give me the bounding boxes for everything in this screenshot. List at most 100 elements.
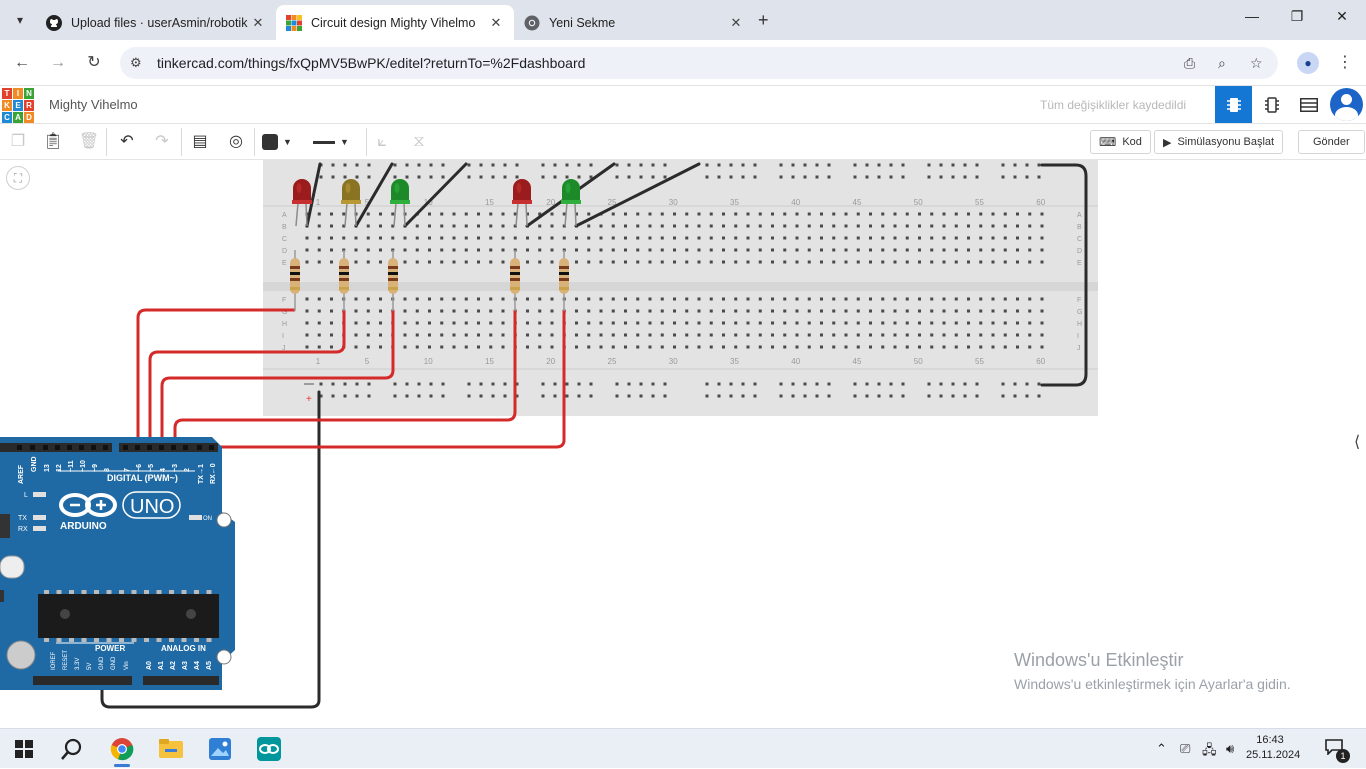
rail-hole[interactable] — [779, 394, 783, 398]
breadboard-hole[interactable] — [881, 212, 885, 216]
breadboard-hole[interactable] — [954, 260, 958, 264]
rail-hole[interactable] — [889, 382, 893, 386]
breadboard-hole[interactable] — [734, 333, 738, 337]
minimize-icon[interactable]: — — [1240, 8, 1264, 24]
rail-hole[interactable] — [963, 394, 967, 398]
breadboard-hole[interactable] — [379, 212, 382, 216]
breadboard-hole[interactable] — [575, 260, 578, 264]
breadboard-hole[interactable] — [881, 321, 885, 325]
breadboard-hole[interactable] — [893, 321, 897, 325]
breadboard-hole[interactable] — [967, 309, 970, 313]
breadboard-hole[interactable] — [783, 345, 787, 349]
breadboard-hole[interactable] — [685, 224, 689, 228]
breadboard-hole[interactable] — [722, 224, 725, 228]
breadboard-hole[interactable] — [746, 224, 750, 228]
breadboard-hole[interactable] — [807, 333, 811, 337]
delete-icon[interactable]: 🗑︎ — [77, 130, 101, 154]
header-pin[interactable] — [91, 445, 96, 450]
breadboard-hole[interactable] — [942, 260, 946, 264]
breadboard-hole[interactable] — [428, 260, 431, 264]
breadboard-hole[interactable] — [918, 236, 921, 240]
search-icon[interactable] — [50, 729, 94, 769]
breadboard-hole[interactable] — [440, 321, 444, 325]
code-button[interactable]: ⌨ Kod — [1090, 130, 1151, 154]
breadboard-hole[interactable] — [722, 248, 725, 252]
breadboard-hole[interactable] — [587, 345, 591, 349]
breadboard-hole[interactable] — [489, 224, 493, 228]
rail-hole[interactable] — [663, 382, 667, 386]
breadboard-hole[interactable] — [942, 333, 946, 337]
breadboard-hole[interactable] — [330, 236, 333, 240]
breadboard-hole[interactable] — [844, 260, 848, 264]
breadboard-hole[interactable] — [477, 345, 480, 349]
breadboard-hole[interactable] — [477, 321, 480, 325]
breadboard-hole[interactable] — [428, 345, 431, 349]
breadboard-hole[interactable] — [979, 321, 983, 325]
breadboard-hole[interactable] — [942, 224, 946, 228]
breadboard-hole[interactable] — [599, 224, 603, 228]
breadboard-hole[interactable] — [501, 333, 505, 337]
rail-hole[interactable] — [541, 382, 545, 386]
rail-hole[interactable] — [589, 163, 593, 167]
breadboard-hole[interactable] — [1016, 236, 1019, 240]
rail-hole[interactable] — [479, 382, 483, 386]
breadboard-hole[interactable] — [428, 236, 431, 240]
rail-hole[interactable] — [319, 382, 323, 386]
rail-hole[interactable] — [577, 163, 581, 167]
breadboard-hole[interactable] — [1028, 345, 1032, 349]
breadboard-hole[interactable] — [832, 236, 836, 240]
rail-hole[interactable] — [491, 175, 495, 179]
rail-hole[interactable] — [815, 163, 819, 167]
breadboard-hole[interactable] — [807, 321, 811, 325]
breadboard-hole[interactable] — [930, 248, 934, 252]
rail-hole[interactable] — [515, 163, 519, 167]
breadboard-hole[interactable] — [489, 321, 493, 325]
breadboard-hole[interactable] — [942, 345, 946, 349]
breadboard-hole[interactable] — [611, 224, 615, 228]
breadboard-hole[interactable] — [967, 236, 970, 240]
breadboard-hole[interactable] — [832, 309, 836, 313]
breadboard-hole[interactable] — [1016, 297, 1019, 301]
breadboard-hole[interactable] — [807, 236, 811, 240]
breadboard-hole[interactable] — [477, 260, 480, 264]
breadboard-hole[interactable] — [673, 236, 676, 240]
breadboard-hole[interactable] — [869, 321, 872, 325]
breadboard-hole[interactable] — [330, 309, 333, 313]
browser-tab-new[interactable]: Yeni Sekme ✕ — [514, 5, 754, 40]
breadboard-hole[interactable] — [905, 297, 909, 301]
rail-hole[interactable] — [343, 175, 347, 179]
breadboard-hole[interactable] — [1016, 248, 1019, 252]
breadboard-hole[interactable] — [428, 333, 431, 337]
breadboard-hole[interactable] — [905, 333, 909, 337]
breadboard-hole[interactable] — [709, 224, 713, 228]
breadboard-hole[interactable] — [330, 345, 333, 349]
breadboard-hole[interactable] — [771, 260, 774, 264]
breadboard-hole[interactable] — [575, 309, 578, 313]
breadboard-hole[interactable] — [305, 297, 309, 301]
rail-hole[interactable] — [717, 175, 721, 179]
rail-hole[interactable] — [441, 175, 445, 179]
breadboard-hole[interactable] — [587, 248, 591, 252]
breadboard-hole[interactable] — [538, 309, 542, 313]
breadboard-hole[interactable] — [722, 236, 725, 240]
breadboard-hole[interactable] — [611, 236, 615, 240]
rail-hole[interactable] — [815, 382, 819, 386]
breadboard-hole[interactable] — [856, 309, 860, 313]
breadboard-hole[interactable] — [1016, 212, 1019, 216]
breadboard-hole[interactable] — [930, 345, 934, 349]
rail-hole[interactable] — [565, 175, 569, 179]
rail-hole[interactable] — [927, 175, 931, 179]
breadboard-hole[interactable] — [991, 321, 995, 325]
breadboard-hole[interactable] — [918, 248, 921, 252]
breadboard-hole[interactable] — [366, 260, 370, 264]
breadboard-hole[interactable] — [330, 297, 333, 301]
breadboard-hole[interactable] — [856, 224, 860, 228]
breadboard-hole[interactable] — [501, 248, 505, 252]
volume-icon[interactable]: 🔊︎ — [1226, 741, 1234, 757]
breadboard-hole[interactable] — [783, 260, 787, 264]
breadboard-hole[interactable] — [1028, 260, 1032, 264]
header-pin[interactable] — [79, 445, 84, 450]
header-pin[interactable] — [135, 445, 140, 450]
breadboard-hole[interactable] — [832, 224, 836, 228]
redo-icon[interactable]: ↷ — [150, 130, 174, 154]
